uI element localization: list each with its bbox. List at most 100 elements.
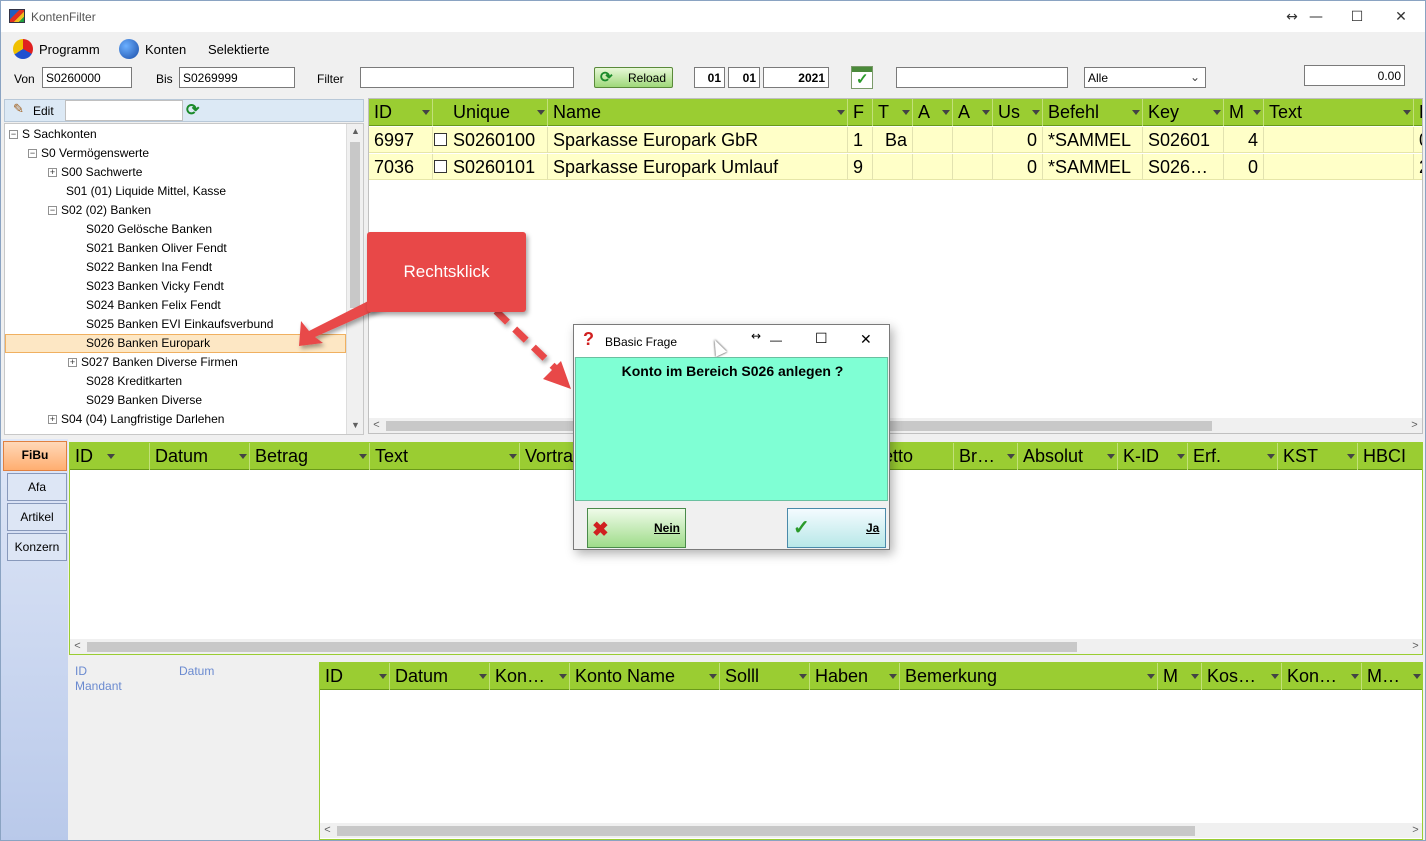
col-header-haben[interactable]: Haben [810,663,900,690]
reload-button[interactable]: ⟳ Reload [594,67,673,88]
col-header-hbci[interactable]: HBCI [1358,443,1422,470]
col-header-soll[interactable]: Solll [720,663,810,690]
col-header-key[interactable]: Key [1143,99,1224,126]
year-input[interactable] [763,67,829,88]
dialog-maximize-button[interactable]: ☐ [815,331,828,347]
col-header-us[interactable]: Us [993,99,1043,126]
col-header-bemerkung[interactable]: Bemerkung [900,663,1158,690]
table-row[interactable]: 7036 S0260101 Sparkasse Europark Umlauf … [369,154,1422,180]
table-row[interactable]: 6997 S0260100 Sparkasse Europark GbR 1 B… [369,127,1422,153]
bis-input[interactable] [179,67,295,88]
tree-refresh-icon[interactable]: ⟳ [186,100,199,120]
col-header-konto-name[interactable]: Konto Name [570,663,720,690]
col-header-absolut[interactable]: Absolut [1018,443,1118,470]
tree-node-s026[interactable]: S026 Banken Europark [86,334,210,352]
tab-artikel[interactable]: Artikel [7,503,67,531]
tree-node-s021[interactable]: S021 Banken Oliver Fendt [86,239,227,257]
tree-node-s024[interactable]: S024 Banken Felix Fendt [86,296,221,314]
cell-key: S02601 [1143,127,1224,153]
col-header-datum[interactable]: Datum [390,663,490,690]
col-header-text[interactable]: Text [1264,99,1414,126]
col-header-befehl[interactable]: Befehl [1043,99,1143,126]
col-header-id[interactable]: ID [369,99,433,126]
col-header-konto2[interactable]: Kon… [1282,663,1362,690]
scroll-left-icon[interactable]: < [369,418,384,433]
scroll-right-icon[interactable]: > [1408,639,1422,654]
col-header-f[interactable]: F [848,99,873,126]
fibu-hscroll-thumb[interactable] [87,642,1077,652]
scroll-left-icon[interactable]: < [70,639,85,654]
tree-node-root[interactable]: − S Sachkonten [9,125,97,143]
no-button[interactable]: ✖ Nein [587,508,686,548]
tree-node-s028[interactable]: S028 Kreditkarten [86,372,182,390]
text-filter-input[interactable] [896,67,1068,88]
menu-selektierte[interactable]: Selektierte [208,42,269,57]
tab-fibu[interactable]: FiBu [3,441,67,471]
col-header-kostenstelle[interactable]: Kos… [1202,663,1282,690]
tab-konzern[interactable]: Konzern [7,533,67,561]
tree-node-s027[interactable]: + S027 Banken Diverse Firmen [68,353,238,371]
scroll-left-icon[interactable]: < [320,823,335,838]
col-header-a1[interactable]: A [913,99,953,126]
yes-button[interactable]: ✓ Ja [787,508,886,548]
col-header-text[interactable]: Text [370,443,520,470]
tab-afa[interactable]: Afa [7,473,67,501]
day-input[interactable] [694,67,725,88]
accounts-hscroll[interactable]: < > [369,418,1422,433]
tree-node-s01[interactable]: S01 (01) Liquide Mittel, Kasse [66,182,226,200]
scroll-right-icon[interactable]: > [1407,418,1422,433]
tree-node-s029[interactable]: S029 Banken Diverse [86,391,202,409]
scroll-up-icon[interactable]: ▲ [351,126,360,136]
scroll-right-icon[interactable]: > [1408,823,1422,838]
tree-node-s025[interactable]: S025 Banken EVI Einkaufsverbund [86,315,273,333]
col-header-id[interactable]: ID [320,663,390,690]
col-header-name[interactable]: Name [548,99,848,126]
tree-node-s020[interactable]: S020 Gelösche Banken [86,220,212,238]
checkbox[interactable] [434,133,447,146]
col-header-m2[interactable]: M… [1362,663,1422,690]
col-header-konto[interactable]: Kon… [490,663,570,690]
cell-checkbox[interactable] [433,127,448,153]
von-input[interactable] [42,67,132,88]
maximize-button[interactable]: ☐ [1343,7,1371,27]
col-header-kst[interactable]: KST [1278,443,1358,470]
scroll-down-icon[interactable]: ▼ [351,420,360,430]
tree-search-input[interactable] [65,100,183,121]
minimize-button[interactable]: — [1302,7,1330,27]
col-header-datum[interactable]: Datum [150,443,250,470]
col-header-a2[interactable]: A [953,99,993,126]
col-header-k-id[interactable]: K-ID [1118,443,1188,470]
filter-input[interactable] [360,67,574,88]
tree-node-s0[interactable]: − S0 Vermögenswerte [28,144,149,162]
col-header-m[interactable]: M [1224,99,1264,126]
dialog-close-button[interactable]: ✕ [860,332,872,348]
col-header-m[interactable]: M [1158,663,1202,690]
col-header-f2[interactable]: F [1414,99,1422,126]
col-header-betrag[interactable]: Betrag [250,443,370,470]
col-header-label: HBCI [1363,446,1407,466]
col-header-t[interactable]: T [873,99,913,126]
calendar-check-icon[interactable]: ✓ [851,66,873,89]
col-header-erf[interactable]: Erf. [1188,443,1278,470]
col-header-unique[interactable]: Unique [448,99,548,126]
tree-node-s02[interactable]: − S02 (02) Banken [48,201,151,219]
col-header-brutto[interactable]: Br… [954,443,1018,470]
edit-button[interactable]: ✎ Edit [9,101,61,120]
checkbox[interactable] [434,160,447,173]
booking-hscroll-thumb[interactable] [337,826,1195,836]
tree-node-s022[interactable]: S022 Banken Ina Fendt [86,258,212,276]
tree-node-s023[interactable]: S023 Banken Vicky Fendt [86,277,224,295]
tree-node-s04[interactable]: + S04 (04) Langfristige Darlehen [48,410,224,428]
fibu-hscroll[interactable]: < > [70,639,1422,654]
amount-input[interactable] [1304,65,1405,86]
booking-hscroll[interactable]: < > [320,823,1422,838]
tree-node-s00[interactable]: + S00 Sachwerte [48,163,142,181]
type-select[interactable]: Alle ⌄ [1084,67,1206,88]
cell-checkbox[interactable] [433,154,448,180]
col-header-id[interactable]: ID [70,443,150,470]
col-header-netto[interactable]: etto [880,443,954,470]
col-header-label: M [1229,102,1244,122]
dialog-minimize-button[interactable]: — [770,333,782,347]
close-button[interactable]: ✕ [1387,7,1415,27]
month-input[interactable] [728,67,760,88]
